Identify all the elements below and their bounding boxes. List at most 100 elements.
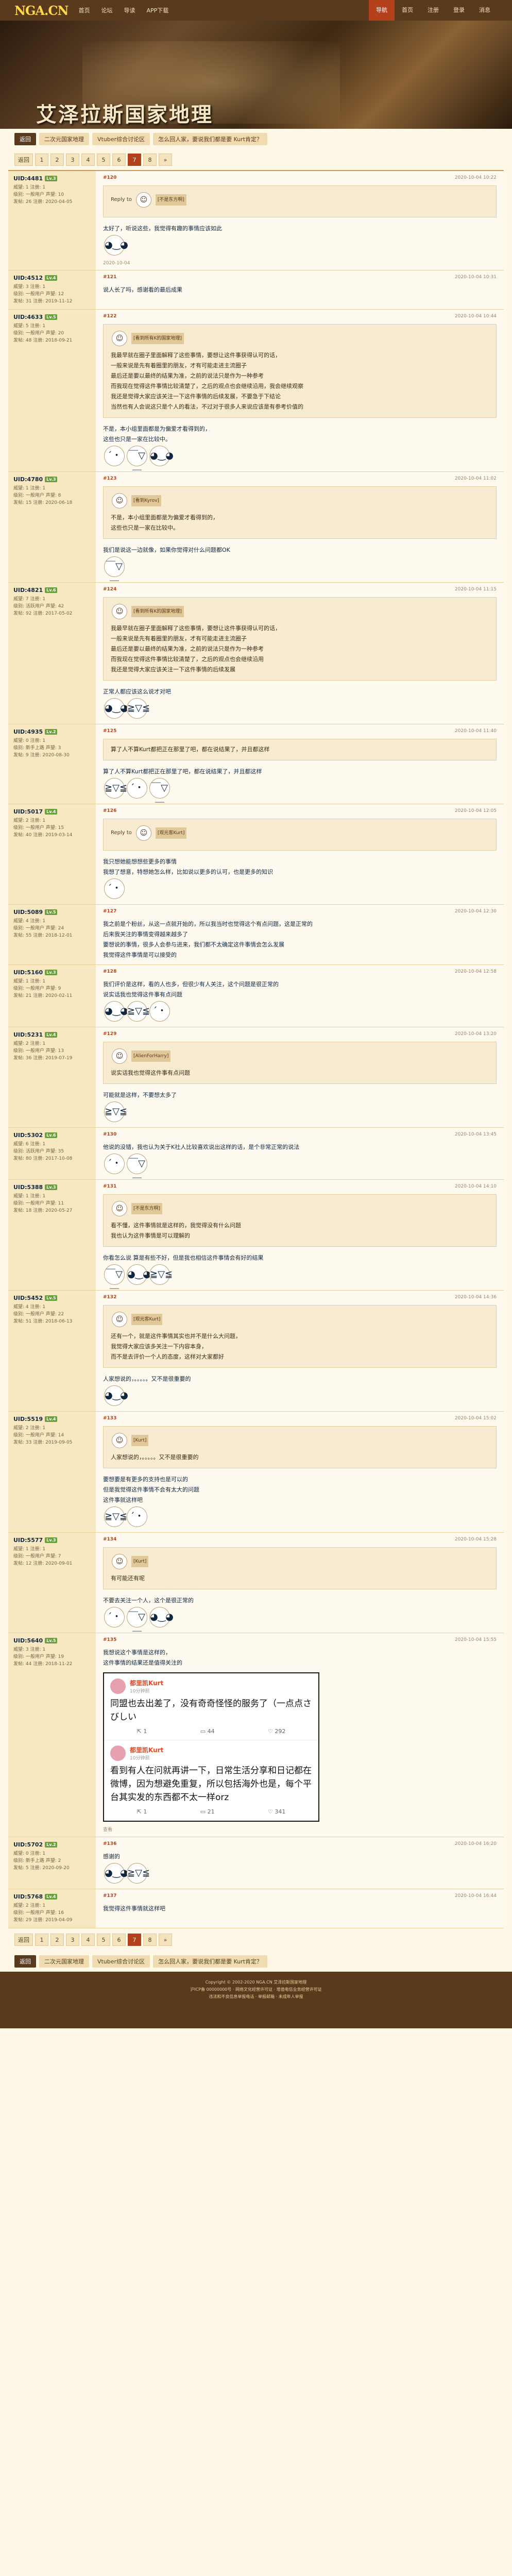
quote-author[interactable]: [Kurt] — [131, 1556, 149, 1567]
author-uid[interactable]: UID:5388 — [13, 1184, 43, 1191]
nav-app[interactable]: APP下载 — [146, 6, 168, 14]
post-author-panel: UID:5302 Lv.6 威望: 6 注册: 1 级别: 活跃用户 声望: 35… — [8, 1128, 96, 1179]
floor-number[interactable]: #132 — [103, 1295, 116, 1300]
quote-author[interactable]: [Kurt] — [131, 1435, 149, 1446]
floor-number[interactable]: #122 — [103, 314, 116, 319]
author-uid[interactable]: UID:4935 — [13, 728, 43, 735]
floor-number[interactable]: #136 — [103, 1841, 116, 1846]
sticker-row: ￣▽￣ — [103, 555, 497, 591]
floor-number[interactable]: #126 — [103, 808, 116, 814]
author-uid[interactable]: UID:5017 — [13, 808, 43, 815]
pager-current-page[interactable]: 7 — [128, 154, 141, 166]
pager-back[interactable]: 返回 — [14, 154, 33, 166]
nav-guide[interactable]: 导读 — [124, 6, 135, 14]
pager-page[interactable]: 3 — [66, 154, 79, 166]
pager-page[interactable]: 8 — [143, 1934, 157, 1946]
floor-number[interactable]: #134 — [103, 1537, 116, 1542]
author-uid[interactable]: UID:5452 — [13, 1295, 43, 1301]
pager-page[interactable]: 5 — [97, 1934, 110, 1946]
floor-number[interactable]: #123 — [103, 476, 116, 481]
floor-number[interactable]: #130 — [103, 1132, 116, 1137]
quote-author[interactable]: [看到Kyrov] — [131, 495, 161, 506]
nav-home[interactable]: 首页 — [78, 6, 90, 14]
author-uid[interactable]: UID:5231 — [13, 1031, 43, 1038]
quote-author[interactable]: [不是东方啊] — [155, 194, 186, 206]
author-uid[interactable]: UID:5160 — [13, 969, 43, 976]
sticker-row: ≧▽≦´・ω・￣▽￣ — [103, 777, 497, 813]
nav-forum[interactable]: 论坛 — [101, 6, 112, 14]
nav-messages[interactable]: 消息 — [472, 0, 498, 21]
floor-number[interactable]: #121 — [103, 275, 116, 280]
pager-page[interactable]: 5 — [97, 154, 110, 166]
pager-next[interactable]: » — [159, 154, 172, 166]
floor-number[interactable]: #135 — [103, 1637, 116, 1642]
pager-page[interactable]: 8 — [143, 154, 157, 166]
pager-page[interactable]: 1 — [35, 1934, 48, 1946]
tab-vtuber[interactable]: Vtuber综合讨论区 — [92, 1955, 150, 1968]
author-uid[interactable]: UID:4633 — [13, 314, 43, 320]
post: UID:5388 Lv.3 威望: 1 注册: 1 级别: 一般用户 声望: 11… — [8, 1180, 504, 1299]
floor-number[interactable]: #128 — [103, 969, 116, 974]
quote-author[interactable]: [不是东方啊] — [131, 1203, 163, 1214]
emoji-sticker-icon: ◕‿◕ — [104, 1385, 128, 1406]
tab-back[interactable]: 返回 — [14, 1955, 36, 1968]
author-uid[interactable]: UID:5519 — [13, 1416, 43, 1422]
quote-author[interactable]: [看到所有K的国家地理] — [131, 606, 184, 617]
author-stat: 威望: 2 注册: 1 — [13, 818, 46, 823]
tab-thread[interactable]: 怎么回人家，要说我们都是要 Kurt肯定？ — [153, 1955, 268, 1968]
pager-page[interactable]: 2 — [50, 1934, 64, 1946]
author-uid[interactable]: UID:4512 — [13, 275, 43, 281]
author-stat: 级别: 新手上路 声望: 2 — [13, 1858, 61, 1863]
pager-page[interactable]: 6 — [112, 154, 126, 166]
author-uid[interactable]: UID:4481 — [13, 175, 43, 182]
author-uid[interactable]: UID:5577 — [13, 1537, 43, 1544]
post-text-line: 我之前是个粉丝，从这一点就开始的，所以我当时也觉得这个有点问题，这是正常的 — [103, 921, 313, 927]
pager-page[interactable]: 1 — [35, 154, 48, 166]
quote-author[interactable]: [观光客Kurt] — [131, 1314, 163, 1325]
pager-next[interactable]: » — [159, 1934, 172, 1946]
author-uid[interactable]: UID:4821 — [13, 587, 43, 594]
tab-acg[interactable]: 二次元国家地理 — [39, 1955, 89, 1968]
post-body: #133 2020-10-04 15:02 ☺ [Kurt] 人家想说的，。。。。… — [96, 1412, 504, 1541]
pager-page[interactable]: 2 — [50, 154, 64, 166]
floor-number[interactable]: #125 — [103, 728, 116, 734]
author-uid[interactable]: UID:5302 — [13, 1132, 43, 1139]
quote-author[interactable]: [看到所有K的国家地理] — [131, 333, 184, 344]
floor-number[interactable]: #137 — [103, 1893, 116, 1899]
tab-acg[interactable]: 二次元国家地理 — [39, 133, 89, 145]
quote-author[interactable]: [观光客Kurt] — [155, 827, 187, 839]
floor-number[interactable]: #120 — [103, 175, 116, 180]
author-uid[interactable]: UID:4780 — [13, 476, 43, 483]
floor-number[interactable]: #131 — [103, 1184, 116, 1189]
nav-login[interactable]: 登录 — [446, 0, 472, 21]
author-stat: 级别: 一般用户 声望: 15 — [13, 825, 64, 831]
floor-number[interactable]: #129 — [103, 1031, 116, 1037]
pager-page[interactable]: 6 — [112, 1934, 126, 1946]
nav-register[interactable]: 注册 — [420, 0, 446, 21]
quote-author[interactable]: [AlienForHarry] — [131, 1050, 171, 1062]
author-line: UID:5017 Lv.4 — [13, 808, 91, 815]
author-uid[interactable]: UID:5702 — [13, 1841, 43, 1848]
site-logo[interactable]: NGA.CN — [14, 3, 69, 18]
floor-number[interactable]: #133 — [103, 1416, 116, 1421]
weibo-avatar — [110, 1745, 126, 1761]
emoji-sticker-icon: ≧▽≦ — [149, 1264, 173, 1285]
sticker-row: ◕‿◕≧▽≦´・ω・ — [103, 1000, 497, 1036]
author-uid[interactable]: UID:5768 — [13, 1893, 43, 1900]
author-line: UID:5519 Lv.4 — [13, 1416, 91, 1422]
pager-page[interactable]: 3 — [66, 1934, 79, 1946]
tab-thread[interactable]: 怎么回人家，要说我们都是要 Kurt肯定？ — [153, 133, 268, 145]
author-uid[interactable]: UID:5089 — [13, 909, 43, 916]
floor-number[interactable]: #127 — [103, 909, 116, 914]
pager-back[interactable]: 返回 — [14, 1934, 33, 1946]
author-uid[interactable]: UID:5640 — [13, 1637, 43, 1644]
pager-page[interactable]: 4 — [81, 1934, 95, 1946]
nav-main[interactable]: 首页 — [395, 0, 420, 21]
floor-number[interactable]: #124 — [103, 587, 116, 592]
nav-nav[interactable]: 导航 — [369, 0, 395, 21]
pager-current-page[interactable]: 7 — [128, 1934, 141, 1946]
tab-back[interactable]: 返回 — [14, 133, 36, 145]
pager-page[interactable]: 4 — [81, 154, 95, 166]
post-text: 你看怎么说 算是有些不好，但是我也相信这件事情会有好的结果 — [103, 1255, 264, 1261]
tab-vtuber[interactable]: Vtuber综合讨论区 — [92, 133, 150, 145]
